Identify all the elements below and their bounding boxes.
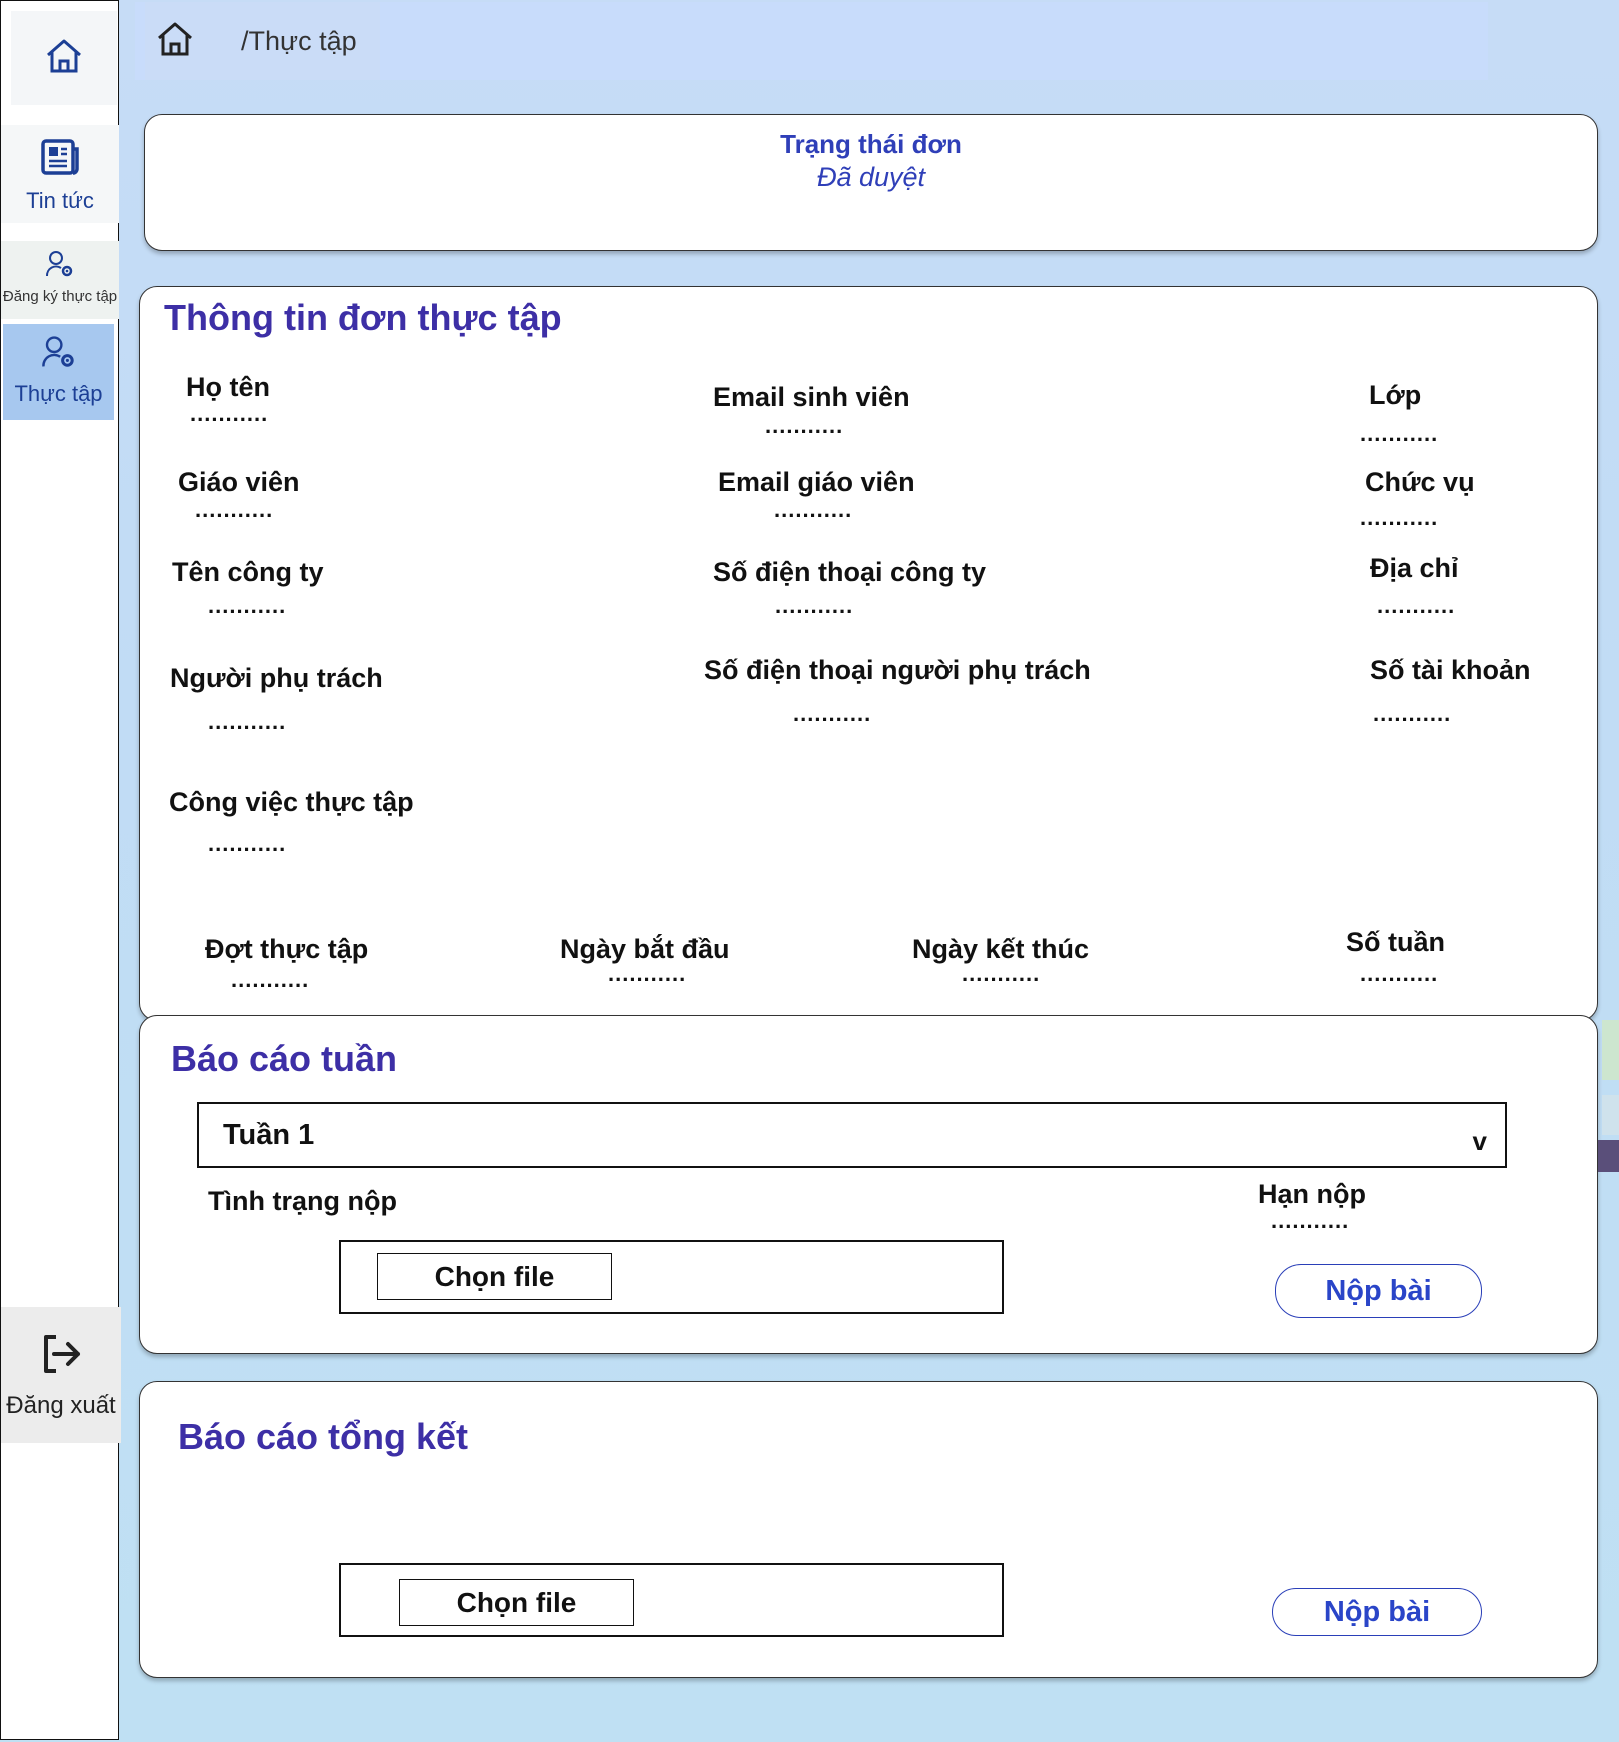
final-report-panel: Báo cáo tổng kết Chọn file Nộp bài xyxy=(139,1381,1598,1678)
sidebar-item-thuc-tap[interactable]: Thực tập xyxy=(3,324,114,420)
choose-file-button[interactable]: Chọn file xyxy=(399,1579,634,1626)
field-value-giao-vien: ........... xyxy=(195,497,274,522)
field-label-dia-chi: Địa chỉ xyxy=(1370,553,1459,583)
logout-icon xyxy=(38,1331,84,1382)
field-value-email-giao-vien: ........... xyxy=(774,497,853,522)
field-value-sdt-nguoi-phu-trach: ........... xyxy=(793,701,872,726)
field-label-nguoi-phu-trach: Người phụ trách xyxy=(170,663,383,693)
edge-decoration xyxy=(1602,1095,1619,1135)
breadcrumb-path: /Thực tập xyxy=(241,25,357,56)
field-label-email-sinh-vien: Email sinh viên xyxy=(713,382,910,412)
field-value-so-tuan: ........... xyxy=(1360,961,1439,986)
submit-weekly-button[interactable]: Nộp bài xyxy=(1275,1264,1482,1318)
file-upload-field[interactable]: Chọn file xyxy=(339,1563,1004,1637)
field-value-cong-viec-thuc-tap: ........... xyxy=(208,831,287,856)
field-value-dia-chi: ........... xyxy=(1377,593,1456,618)
field-value-so-tai-khoan: ........... xyxy=(1373,701,1452,726)
user-gear-icon xyxy=(41,334,77,375)
status-title: Trạng thái đơn xyxy=(780,129,962,159)
home-icon[interactable] xyxy=(155,20,195,63)
choose-file-button[interactable]: Chọn file xyxy=(377,1253,612,1300)
logout-button[interactable]: Đăng xuất xyxy=(1,1307,121,1443)
field-label-chuc-vu: Chức vụ xyxy=(1365,467,1475,497)
field-label-sdt-nguoi-phu-trach: Số điện thoại người phụ trách xyxy=(704,655,1091,685)
field-label-email-giao-vien: Email giáo viên xyxy=(718,467,915,497)
section-title: Báo cáo tuần xyxy=(171,1038,398,1079)
field-label-dot-thuc-tap: Đợt thực tập xyxy=(205,934,369,964)
status-badge: Đã duyệt xyxy=(816,162,926,192)
sidebar-item-label: Tin tức xyxy=(26,188,94,213)
field-label-cong-viec-thuc-tap: Công việc thực tập xyxy=(169,787,414,817)
field-value-sdt-cong-ty: ........... xyxy=(775,593,854,618)
field-label-so-tuan: Số tuần xyxy=(1346,927,1445,957)
field-label-lop: Lớp xyxy=(1369,380,1422,410)
field-value-chuc-vu: ........... xyxy=(1360,505,1439,530)
field-value-email-sinh-vien: ........... xyxy=(765,413,844,438)
field-label-ho-ten: Họ tên xyxy=(186,372,270,402)
sidebar-item-label: Thực tập xyxy=(14,381,103,406)
field-value-dot-thuc-tap: ........... xyxy=(231,967,310,992)
breadcrumb: /Thực tập xyxy=(145,2,380,80)
field-label-ten-cong-ty: Tên công ty xyxy=(172,557,324,587)
field-label-sdt-cong-ty: Số điện thoại công ty xyxy=(713,557,987,587)
field-label-giao-vien: Giáo viên xyxy=(178,467,300,497)
field-value-ngay-ket-thuc: ........... xyxy=(962,961,1041,986)
chevron-down-icon: v xyxy=(1472,1125,1487,1156)
breadcrumb-bar: /Thực tập xyxy=(135,2,1488,80)
sidebar-item-label: Đăng ký thực tập xyxy=(2,288,118,305)
newspaper-icon xyxy=(39,137,81,182)
file-upload-field[interactable]: Chọn file xyxy=(339,1240,1004,1314)
field-value-nguoi-phu-trach: ........... xyxy=(208,709,287,734)
field-value-ngay-bat-dau: ........... xyxy=(608,961,687,986)
deadline-value: ........... xyxy=(1271,1208,1350,1233)
section-title: Thông tin đơn thực tập xyxy=(164,297,562,338)
field-value-ten-cong-ty: ........... xyxy=(208,593,287,618)
home-icon xyxy=(44,37,84,80)
field-value-lop: ........... xyxy=(1360,421,1439,446)
field-label-so-tai-khoan: Số tài khoản xyxy=(1370,655,1531,685)
section-title: Báo cáo tổng kết xyxy=(178,1416,469,1457)
logout-label: Đăng xuất xyxy=(6,1391,116,1419)
submit-final-button[interactable]: Nộp bài xyxy=(1272,1588,1482,1636)
status-panel: Trạng thái đơn Đã duyệt xyxy=(144,114,1598,251)
week-select[interactable]: Tuần 1 v xyxy=(197,1102,1507,1168)
field-value-ho-ten: ........... xyxy=(190,401,269,426)
deadline-label: Hạn nộp xyxy=(1258,1179,1366,1209)
internship-info-panel: Thông tin đơn thực tập Họ tên ..........… xyxy=(139,286,1598,1021)
weekly-report-panel: Báo cáo tuần Tuần 1 v Tình trạng nộp Hạn… xyxy=(139,1015,1598,1354)
edge-decoration xyxy=(1598,1140,1619,1172)
submission-status-label: Tình trạng nộp xyxy=(208,1186,397,1216)
week-select-value: Tuần 1 xyxy=(223,1118,315,1151)
user-gear-icon xyxy=(45,249,75,284)
sidebar-item-dang-ky-thuc-tap[interactable]: Đăng ký thực tập xyxy=(1,241,119,319)
edge-decoration xyxy=(1602,1020,1619,1080)
sidebar-home-button[interactable] xyxy=(11,11,117,105)
sidebar: Tin tức Đăng ký thực tập Thực tập Đăng x… xyxy=(0,0,121,1740)
sidebar-item-tin-tuc[interactable]: Tin tức xyxy=(1,125,119,223)
